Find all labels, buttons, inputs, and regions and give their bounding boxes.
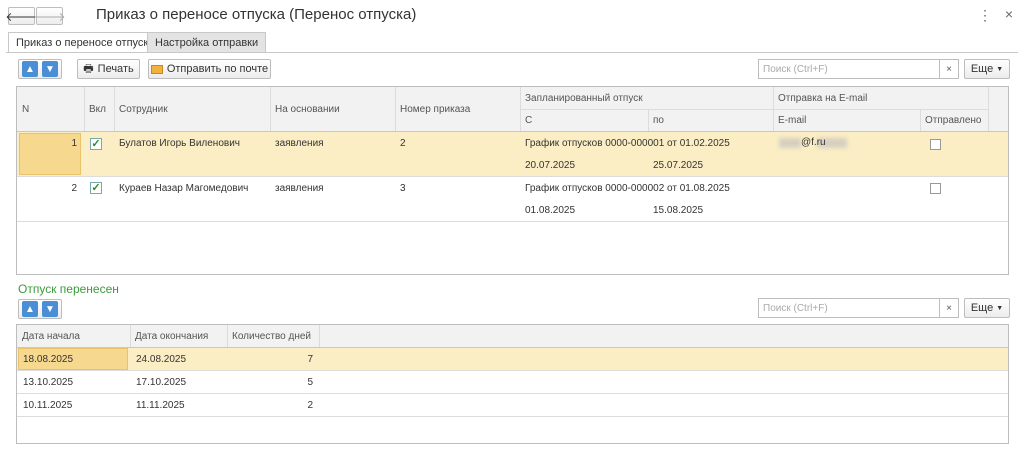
col-employee[interactable]: Сотрудник [114,87,270,131]
enabled-checkbox[interactable]: ✓ [90,138,102,150]
grid-line [648,109,649,131]
close-icon[interactable]: × [1005,6,1013,22]
days-count: 2 [307,399,313,411]
section-title: Отпуск перенесен [18,282,119,296]
col-spacer [319,325,1008,347]
row-number: 2 [71,182,77,194]
moved-vacation-table: Дата начала Дата окончания Количество дн… [16,324,1009,444]
forward-button[interactable]: 🡒 [33,7,66,25]
days-count: 7 [307,353,313,365]
end-date: 17.10.2025 [136,376,187,388]
search-input-2[interactable]: Поиск (Ctrl+F) [758,298,940,318]
col-start-date[interactable]: Дата начала [17,325,130,347]
col-planned[interactable]: Запланированный отпуск [520,87,773,109]
end-date: 11.11.2025 [136,399,185,411]
chevron-down-icon: ▼ [996,304,1004,312]
start-date: 13.10.2025 [23,376,74,388]
basis-value: заявления [275,182,324,194]
move-up-icon[interactable]: ▲ [22,301,38,317]
col-order-no[interactable]: Номер приказа [395,87,520,131]
grid-line [920,109,921,131]
grid-line [17,221,1008,222]
search-input[interactable]: Поиск (Ctrl+F) [758,59,940,79]
email-value: @f.ru [801,136,826,148]
send-email-button[interactable]: Отправить по почте [148,59,271,79]
more-button-2[interactable]: Еще ▼ [964,298,1010,318]
col-email-group[interactable]: Отправка на E-mail [773,87,988,109]
schedule-doc: График отпусков 0000-000002 от 01.08.202… [525,182,730,194]
col-basis[interactable]: На основании [270,87,395,131]
schedule-doc: График отпусков 0000-000001 от 01.02.202… [525,137,730,149]
planned-to: 25.07.2025 [653,159,704,171]
move-buttons: ▲ ▼ [18,59,62,79]
grid-line [270,87,271,131]
envelope-icon [150,64,163,74]
employee-name: Кураев Назар Магомедович [119,182,249,194]
grid-line [988,87,989,131]
search-clear-button-2[interactable]: × [940,298,959,318]
col-email[interactable]: E-mail [773,109,920,131]
col-to[interactable]: по [648,109,773,131]
more-vert-icon[interactable]: ⋮ [978,7,992,24]
more-label: Еще [970,63,994,75]
planned-from: 01.08.2025 [525,204,576,216]
arrow-right-icon: 🡒 [33,9,66,24]
move-down-icon[interactable]: ▼ [42,301,58,317]
grid-line [84,87,85,131]
order-number: 3 [400,182,406,194]
planned-to: 15.08.2025 [653,204,704,216]
email-redaction [779,138,801,148]
order-number: 2 [400,137,406,149]
window-title: Приказ о переносе отпуска (Перенос отпус… [96,6,417,23]
send-email-label: Отправить по почте [166,63,269,75]
sent-checkbox[interactable] [930,139,941,150]
grid-line [130,325,131,347]
grid-line [520,109,988,110]
row-number: 1 [71,137,77,149]
tab-order[interactable]: Приказ о переносе отпуска [8,32,163,53]
planned-from: 20.07.2025 [525,159,576,171]
grid-line [17,416,1008,417]
employee-name: Булатов Игорь Виленович [119,137,240,149]
employees-table: N Вкл Сотрудник На основании Номер прика… [16,86,1009,275]
days-count: 5 [307,376,313,388]
col-sent[interactable]: Отправлено [920,109,988,131]
col-spacer [988,87,1008,131]
back-button[interactable]: 🡐 [5,7,38,25]
end-date: 24.08.2025 [136,353,187,365]
start-date: 18.08.2025 [23,353,74,365]
print-label: Печать [97,63,134,75]
enabled-checkbox[interactable]: ✓ [90,182,102,194]
move-up-icon[interactable]: ▲ [22,61,38,77]
col-vkl[interactable]: Вкл [84,87,114,131]
more-button[interactable]: Еще ▼ [964,59,1010,79]
sent-checkbox[interactable] [930,183,941,194]
more-label: Еще [970,302,994,314]
grid-line [114,87,115,131]
basis-value: заявления [275,137,324,149]
print-button[interactable]: 🖶 Печать [77,59,140,79]
col-n[interactable]: N [17,87,84,131]
grid-line [227,325,228,347]
grid-line [319,325,320,347]
search-clear-button[interactable]: × [940,59,959,79]
chevron-down-icon: ▼ [996,65,1004,73]
move-down-icon[interactable]: ▼ [42,61,58,77]
col-from[interactable]: С [520,109,648,131]
tab-order-label: Приказ о переносе отпуска [16,37,155,49]
move-buttons-2: ▲ ▼ [18,299,62,319]
tab-send-settings-label: Настройка отправки [155,36,259,49]
col-days[interactable]: Количество дней [227,325,319,347]
grid-line [395,87,396,131]
start-date: 10.11.2025 [23,399,73,411]
tab-divider [6,52,1018,53]
tab-send-settings[interactable]: Настройка отправки [147,32,267,52]
col-end-date[interactable]: Дата окончания [130,325,227,347]
printer-icon: 🖶 [83,62,94,75]
